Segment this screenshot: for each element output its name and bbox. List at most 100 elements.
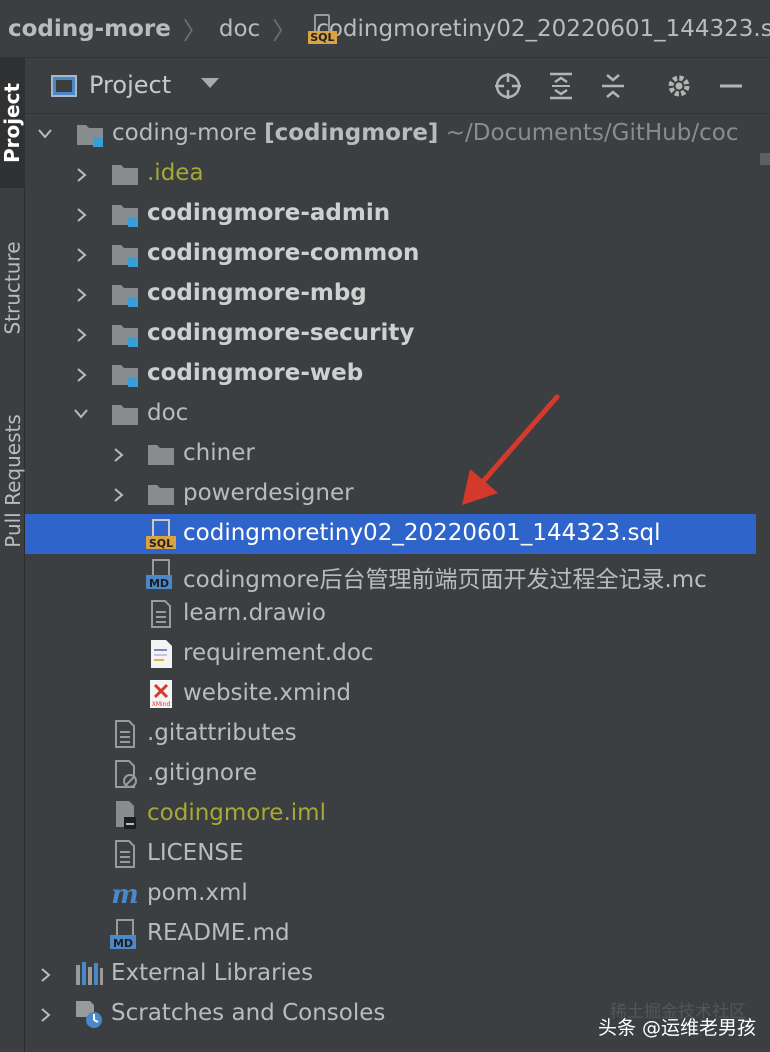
breadcrumb-folder[interactable]: doc <box>219 16 260 42</box>
chevron-down-icon[interactable] <box>73 407 88 421</box>
tree-item-label: .gitattributes <box>147 720 297 746</box>
tree-item-label: Scratches and Consoles <box>111 1000 386 1026</box>
text-file-icon <box>110 839 140 869</box>
markdown-file-icon: MD <box>146 559 176 590</box>
tree-item-label: codingmore.iml <box>147 800 326 826</box>
tree-item-label: codingmore-web <box>147 360 364 386</box>
root-module: [codingmore] <box>264 120 439 146</box>
markdown-file-icon: MD <box>110 919 140 950</box>
tree-item-file[interactable]: LICENSE <box>25 834 770 874</box>
chevron-right-icon[interactable] <box>112 487 126 502</box>
tree-item-external-libraries[interactable]: External Libraries <box>25 954 770 994</box>
tree-item-label: website.xmind <box>183 680 351 706</box>
collapse-all-icon[interactable] <box>597 70 629 102</box>
tree-item-label: codingmore-security <box>147 320 415 346</box>
hide-icon[interactable] <box>715 70 747 102</box>
tree-item-module[interactable]: codingmore-web <box>25 354 770 394</box>
chevron-right-icon[interactable] <box>75 287 89 302</box>
chevron-down-icon[interactable] <box>37 127 52 141</box>
text-file-icon <box>146 599 176 629</box>
folder-icon <box>146 439 176 469</box>
xmind-file-icon: XMind <box>146 679 176 709</box>
breadcrumb-project[interactable]: coding-more <box>8 16 171 42</box>
chevron-right-icon[interactable] <box>75 167 89 182</box>
maven-icon: m <box>110 879 140 910</box>
tree-item-module[interactable]: codingmore-admin <box>25 194 770 234</box>
tree-item-file[interactable]: MD codingmore后台管理前端页面开发过程全记录.mc <box>25 554 770 594</box>
breadcrumb-separator-icon: 〉 <box>182 17 207 45</box>
tree-item-file[interactable]: m pom.xml <box>25 874 770 914</box>
tree-item-file[interactable]: MD README.md <box>25 914 770 954</box>
sql-file-icon: SQL <box>146 519 176 550</box>
view-dropdown-icon[interactable] <box>201 78 219 88</box>
tree-item-label: powerdesigner <box>183 480 354 506</box>
md-tag-text: MD <box>113 937 133 949</box>
tree-item-label: LICENSE <box>147 840 244 866</box>
breadcrumb-separator-icon: 〉 <box>272 17 297 45</box>
tree-item-file[interactable]: requirement.doc <box>25 634 770 674</box>
tree-item-label: chiner <box>183 440 255 466</box>
tool-window-strip: Project Structure Pull Requests <box>0 58 25 1052</box>
scratches-icon <box>74 999 104 1029</box>
breadcrumb-file[interactable]: codingmoretiny02_20220601_144323.sql <box>316 16 770 42</box>
tree-item-label: codingmore后台管理前端页面开发过程全记录.mc <box>183 567 707 593</box>
panel-title: Project <box>89 71 172 99</box>
module-folder-icon <box>110 199 140 229</box>
ignore-file-icon <box>110 759 140 789</box>
tree-item-module[interactable]: codingmore-mbg <box>25 274 770 314</box>
locate-icon[interactable] <box>492 70 524 102</box>
chevron-right-icon[interactable] <box>75 367 89 382</box>
tree-item-selected-file[interactable]: SQL codingmoretiny02_20220601_144323.sql <box>25 514 756 554</box>
project-panel: Project coding-more [codingmore] ~/Docum… <box>25 58 770 1052</box>
expand-all-icon[interactable] <box>545 70 577 102</box>
module-folder-icon <box>110 359 140 389</box>
navigation-bar: coding-more 〉 doc 〉 SQL codingmoretiny02… <box>0 0 770 58</box>
chevron-right-icon[interactable] <box>39 967 53 982</box>
scrollbar-thumb[interactable] <box>760 153 770 165</box>
tree-item-folder[interactable]: chiner <box>25 434 770 474</box>
folder-icon <box>110 159 140 189</box>
annotation-arrow-icon <box>462 394 560 505</box>
tab-pull-requests-label: Pull Requests <box>0 413 25 548</box>
project-toolbar: Project <box>25 58 770 114</box>
tree-root-label: coding-more [codingmore] ~/Documents/Git… <box>112 120 738 146</box>
tree-item-label: .gitignore <box>147 760 258 786</box>
chevron-right-icon[interactable] <box>39 1007 53 1022</box>
tree-item-label: codingmoretiny02_20220601_144323.sql <box>183 520 661 546</box>
tree-item-file[interactable]: .gitignore <box>25 754 770 794</box>
tree-item-module[interactable]: codingmore-security <box>25 314 770 354</box>
tree-item-label: codingmore-admin <box>147 200 391 226</box>
chevron-right-icon[interactable] <box>75 327 89 342</box>
tree-item-label: External Libraries <box>111 960 314 986</box>
settings-icon[interactable] <box>663 70 695 102</box>
tree-item-label: pom.xml <box>147 880 248 906</box>
tree-item-doc-folder[interactable]: doc <box>25 394 770 434</box>
tab-pull-requests[interactable]: Pull Requests <box>0 388 25 573</box>
project-view-icon <box>51 75 77 97</box>
svg-text:m: m <box>111 880 139 909</box>
chevron-right-icon[interactable] <box>75 247 89 262</box>
tree-item-idea[interactable]: .idea <box>25 154 770 194</box>
md-tag-text: MD <box>149 577 169 589</box>
sql-tag-text: SQL <box>149 537 173 549</box>
tree-item-file[interactable]: learn.drawio <box>25 594 770 634</box>
tab-structure-label: Structure <box>0 241 25 335</box>
chevron-right-icon[interactable] <box>112 447 126 462</box>
folder-icon <box>146 479 176 509</box>
tree-item-file[interactable]: XMind website.xmind <box>25 674 770 714</box>
library-icon <box>74 959 104 989</box>
tree-item-label: codingmore-common <box>147 240 420 266</box>
tree-item-file[interactable]: codingmore.iml <box>25 794 770 834</box>
tab-project[interactable]: Project <box>0 58 25 188</box>
folder-icon <box>110 399 140 429</box>
chevron-right-icon[interactable] <box>75 207 89 222</box>
tree-item-file[interactable]: .gitattributes <box>25 714 770 754</box>
module-folder-icon <box>110 239 140 269</box>
tree-item-folder[interactable]: powerdesigner <box>25 474 770 514</box>
tree-item-label: learn.drawio <box>183 600 326 626</box>
tree-item-label: doc <box>147 400 189 426</box>
tree-item-module[interactable]: codingmore-common <box>25 234 770 274</box>
tree-item-label: codingmore-mbg <box>147 280 367 306</box>
tree-root-item[interactable]: coding-more [codingmore] ~/Documents/Git… <box>25 114 770 154</box>
tab-structure[interactable]: Structure <box>0 218 25 358</box>
